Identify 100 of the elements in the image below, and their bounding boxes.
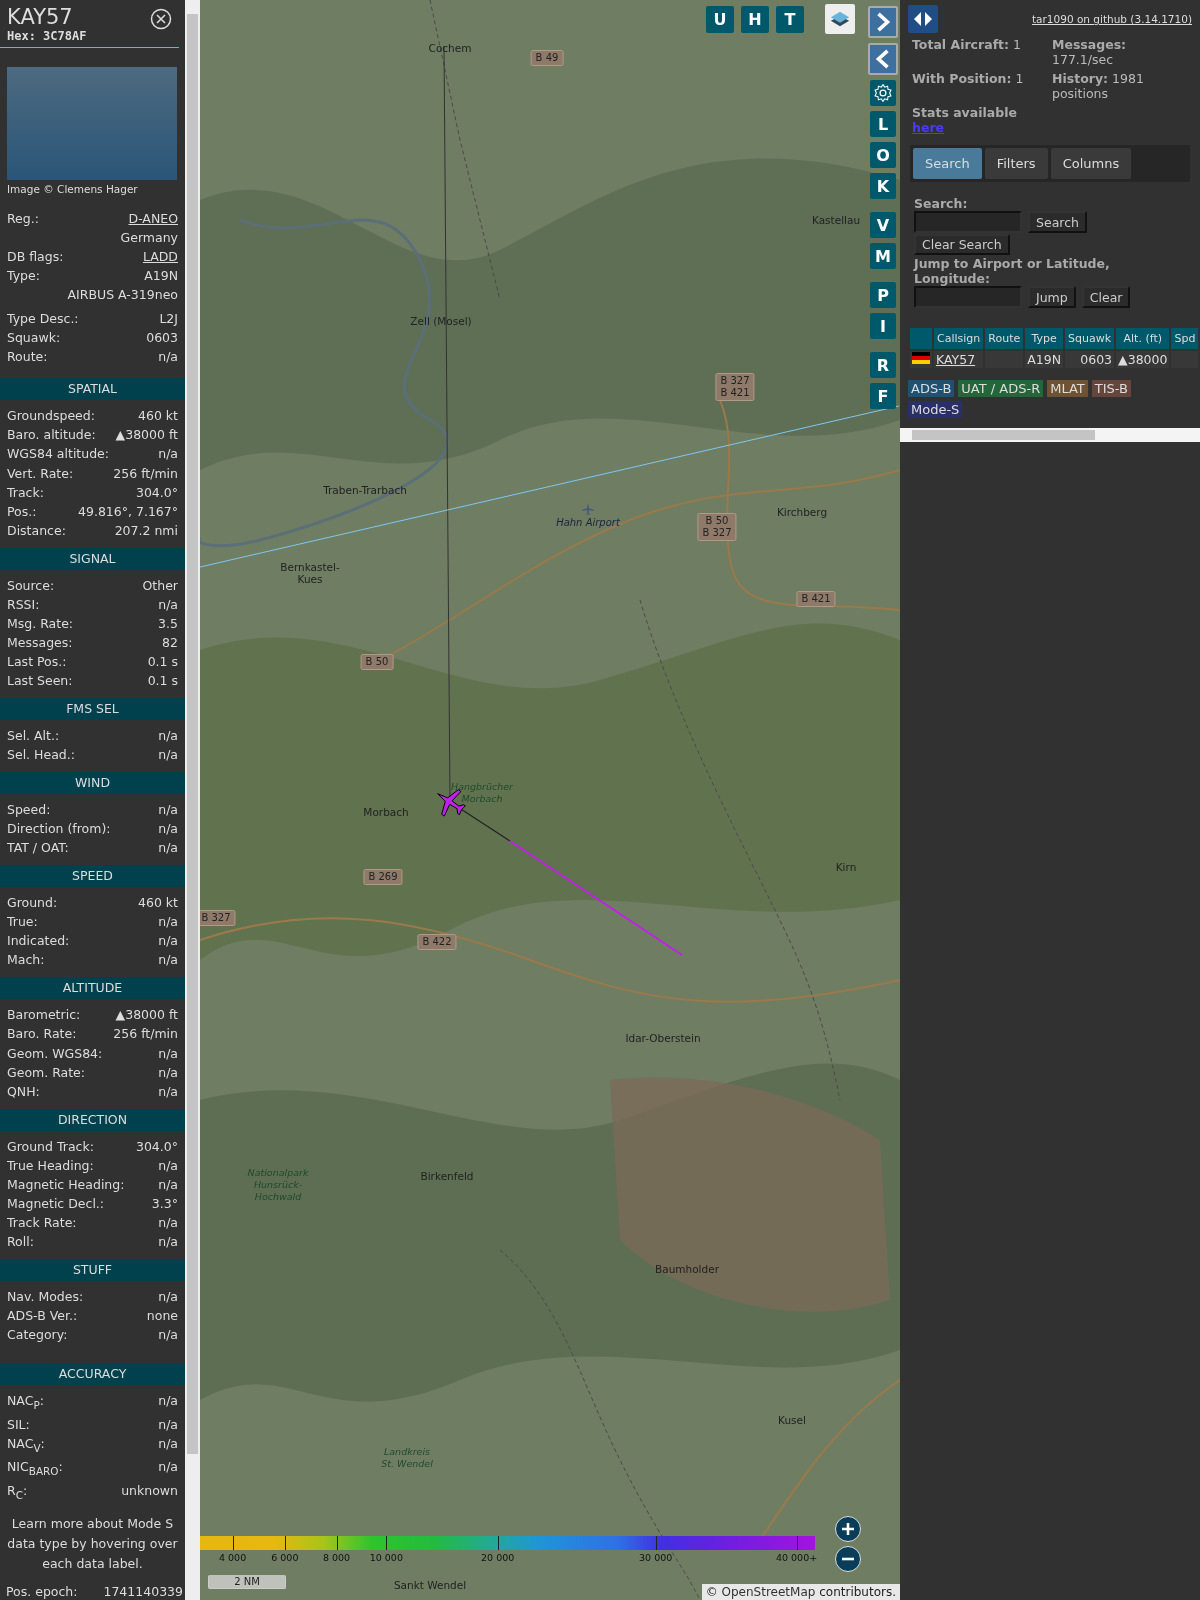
field-value: n/a — [158, 1063, 178, 1082]
field-label: SIL: — [7, 1415, 30, 1434]
road-number: B 49 — [530, 50, 564, 66]
place-label: Hahn Airport — [556, 517, 620, 529]
column-header[interactable]: Type — [1025, 328, 1064, 349]
jump-button[interactable]: Jump — [1028, 286, 1076, 308]
column-header[interactable]: Alt. (ft) — [1116, 328, 1170, 349]
column-header[interactable]: Squawk — [1065, 328, 1115, 349]
map-toggle-button[interactable]: M — [870, 243, 896, 269]
field-label: Search: — [914, 196, 969, 211]
road-number: B 50 B 327 — [697, 513, 737, 541]
field-value: 0603 — [146, 329, 178, 348]
field-label: ADS-B Ver.: — [7, 1306, 78, 1325]
field-label: Sel. Head.: — [7, 746, 75, 765]
field-value: ▲38000 ft — [115, 426, 178, 445]
field-label: TAT / OAT: — [7, 839, 69, 858]
horizontal-scrollbar[interactable] — [900, 428, 1200, 442]
field-label: Magnetic Decl.: — [7, 1194, 105, 1213]
field-label: Baro. Rate: — [7, 1025, 77, 1044]
field-label: Last Pos.: — [7, 652, 67, 671]
field-value: 256 ft/min — [113, 1025, 178, 1044]
field-label: Reg.: — [7, 210, 39, 228]
place-label: Idar-Oberstein — [625, 1032, 701, 1044]
table-cell: 0603 — [1065, 351, 1115, 368]
field-label: Barometric: — [7, 1006, 81, 1025]
road-number: B 269 — [363, 869, 403, 885]
tab[interactable]: Search — [913, 148, 982, 179]
field-label: Direction (from): — [7, 820, 111, 839]
map-toggle-button[interactable]: I — [870, 313, 896, 339]
field-value: Germany — [120, 229, 178, 248]
map-toggle-button[interactable]: U — [706, 6, 734, 33]
search-button[interactable]: Search — [1028, 211, 1087, 233]
field-label: Nav. Modes: — [7, 1287, 84, 1306]
field-value: 49.816°, 7.167° — [78, 502, 178, 521]
column-header[interactable]: Spd — [1171, 328, 1199, 349]
field-value: n/a — [158, 1415, 178, 1434]
map-toggle-button[interactable]: H — [741, 6, 769, 33]
map-toggle-button[interactable]: T — [776, 6, 804, 33]
field-value: n/a — [158, 746, 178, 765]
field-label: Jump to Airport or Latitude, Longitude: — [914, 256, 1111, 286]
place-label: Kirn — [835, 861, 857, 873]
search-field[interactable] — [914, 211, 1022, 233]
clear-button[interactable]: Clear — [1081, 286, 1131, 308]
field-value: n/a — [158, 348, 178, 367]
map-toggle-button[interactable]: P — [870, 282, 896, 308]
airplane-icon — [582, 503, 594, 515]
place-label: Hangbrücher Morbach — [451, 781, 513, 805]
field-label: Geom. WGS84: — [7, 1044, 103, 1063]
column-header[interactable]: Route — [985, 328, 1024, 349]
field-value: 304.0° — [135, 483, 178, 502]
legend-label: 6 000 — [271, 1552, 299, 1563]
field-link[interactable]: D-ANEO — [128, 209, 178, 229]
expand-button[interactable] — [868, 6, 898, 38]
map-toggle-button[interactable]: F — [870, 383, 896, 409]
map-toggle-button[interactable]: R — [870, 352, 896, 378]
field-label: Sel. Alt.: — [7, 727, 60, 745]
vertical-scrollbar[interactable] — [185, 0, 200, 1600]
location-field[interactable] — [914, 286, 1022, 308]
flag-icon — [912, 352, 930, 364]
field-value: 256 ft/min — [113, 464, 178, 483]
field-value: n/a — [158, 913, 178, 932]
field-label: Vert. Rate: — [7, 464, 74, 483]
place-label: Zell (Mosel) — [410, 315, 472, 327]
road-number: B 327 B 421 — [715, 373, 755, 401]
attribution-link[interactable]: OpenStreetMap — [721, 1585, 816, 1599]
settings-button[interactable] — [870, 80, 896, 106]
map-toggle-button[interactable]: O — [870, 142, 896, 168]
field-label: Speed: — [7, 801, 51, 820]
source-badge: UAT / ADS-R — [958, 380, 1044, 397]
tab[interactable]: Filters — [984, 148, 1048, 179]
stats-note: Stats available — [912, 105, 1017, 120]
collapse-button[interactable] — [868, 43, 898, 75]
layers-button[interactable] — [825, 4, 855, 34]
map-toggle-button[interactable]: L — [870, 111, 896, 137]
field-value: n/a — [158, 1458, 178, 1477]
clear-search-button[interactable]: Clear Search — [914, 234, 1010, 255]
field-value: n/a — [158, 820, 178, 839]
callsign-link[interactable]: KAY57 — [936, 352, 976, 367]
tab[interactable]: Columns — [1050, 148, 1132, 179]
aircraft-callsign: KAY57 — [7, 5, 74, 29]
close-icon[interactable] — [150, 8, 172, 30]
field-value: Other — [142, 576, 178, 595]
map-toggle-button[interactable]: V — [870, 212, 896, 238]
hex-code: Hex: 3C78AF — [7, 29, 87, 43]
field-value: n/a — [158, 445, 178, 464]
field-value: n/a — [158, 1287, 178, 1306]
field-value: 0.1 s — [147, 652, 178, 671]
section-header: STUFF — [0, 1258, 185, 1281]
help-note: Learn more about Mode S data type by hovering over each data label. — [6, 1515, 179, 1574]
photo-credit: Image © Clemens Hager — [6, 182, 139, 197]
field-label: Groundspeed: — [7, 407, 95, 426]
toggle-panel-button[interactable] — [908, 5, 938, 33]
table-cell: A19N — [1025, 351, 1064, 368]
field-link[interactable]: LADD — [142, 247, 178, 267]
field-value: ▲38000 ft — [115, 1006, 178, 1025]
version-link[interactable]: tar1090 on github (3.14.1710) — [1032, 13, 1192, 25]
stat-text: With Position: 1 — [912, 71, 1025, 88]
column-header[interactable]: Callsign — [934, 328, 984, 349]
map-toggle-button[interactable]: K — [870, 173, 896, 199]
field-value: L2J — [159, 310, 178, 329]
